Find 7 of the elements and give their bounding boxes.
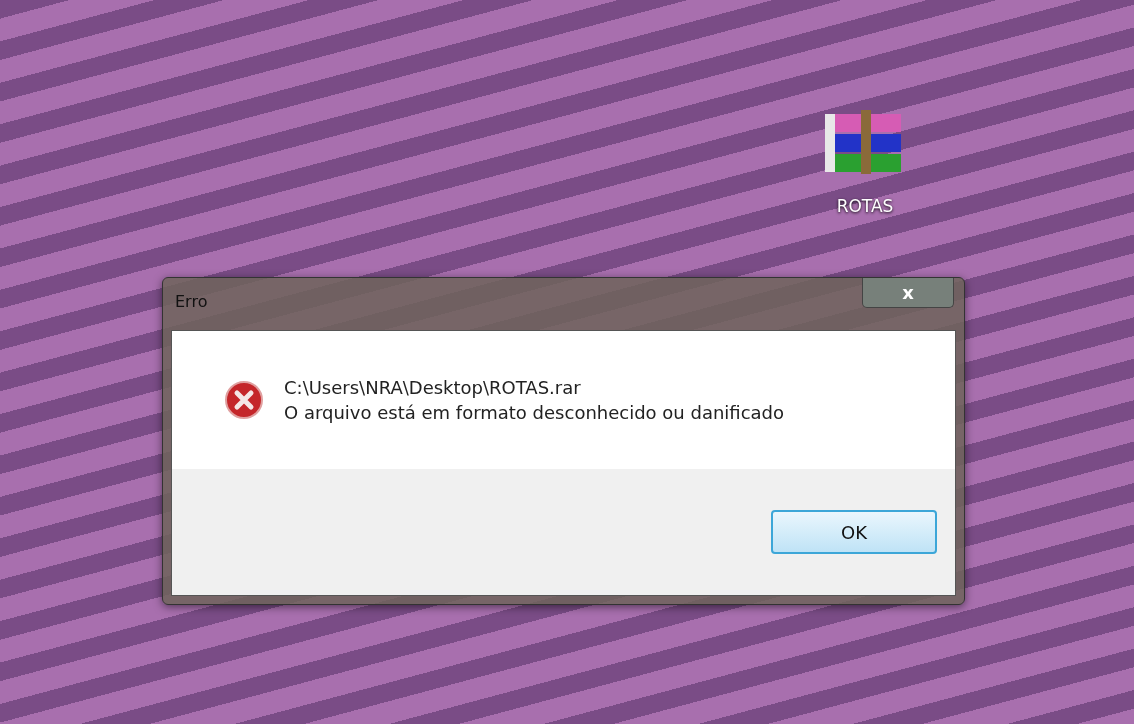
ok-button[interactable]: OK [771,510,937,554]
window-title: Erro [175,292,208,311]
close-button[interactable]: x [862,278,954,308]
error-message: O arquivo está em formato desconhecido ou danificado [284,402,785,423]
error-icon [224,380,264,420]
file-path: C:\Users\NRA\Desktop\ROTAS.rar [284,377,582,398]
desktop-icon-label[interactable]: ROTAS [836,196,894,216]
